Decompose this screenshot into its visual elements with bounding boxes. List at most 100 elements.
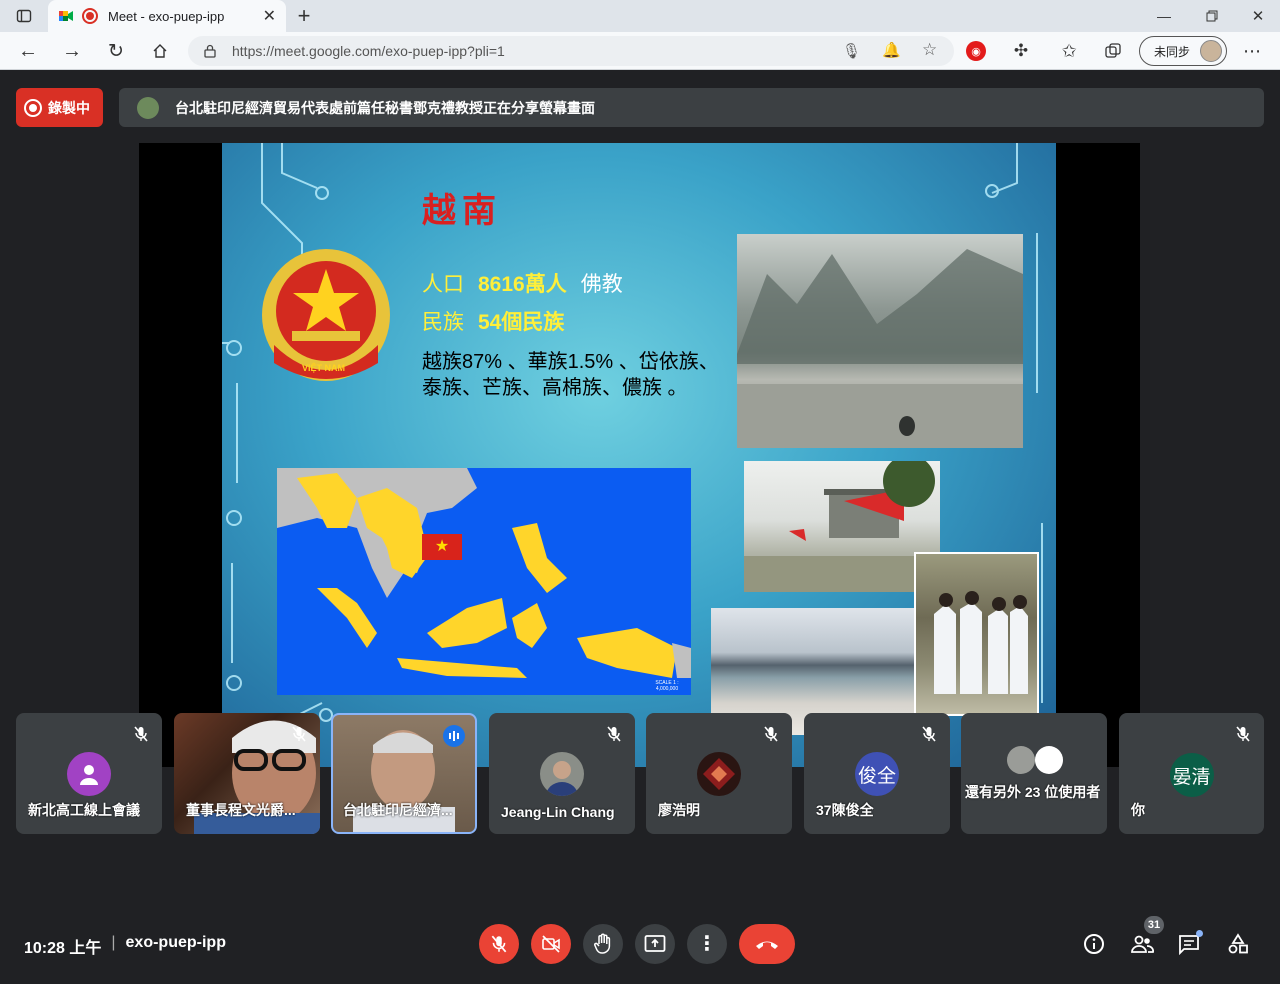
participant-tile[interactable]: Jeang-Lin Chang bbox=[489, 713, 635, 834]
activities-icon bbox=[1228, 933, 1248, 954]
meeting-details-button[interactable] bbox=[1074, 924, 1114, 964]
participant-name: 廖浩明 bbox=[658, 802, 700, 818]
participant-tile[interactable]: 新北高工線上會議 bbox=[16, 713, 162, 834]
vietnam-emblem: VIỆT NAM bbox=[258, 245, 394, 393]
extensions-icon[interactable]: ✣ bbox=[1010, 40, 1032, 62]
avatar bbox=[697, 752, 741, 796]
activities-button[interactable] bbox=[1218, 924, 1258, 964]
more-participants-tile[interactable]: 還有另外 23 位使用者 bbox=[961, 713, 1107, 834]
microphone-site-icon[interactable]: 🎙 bbox=[842, 42, 861, 60]
shared-slide: 越南 VIỆT NAM 人口 8616萬人 佛教 民族 54個民族 越族87% … bbox=[222, 143, 1056, 767]
avatar bbox=[540, 752, 584, 796]
meet-control-bar: 10:28 上午 | exo-puep-ipp ⋮ 31 bbox=[0, 904, 1280, 984]
southeast-asia-map: ★ SCALE 1 : 4,000,000 bbox=[277, 468, 691, 695]
participant-count-badge: 31 bbox=[1144, 916, 1164, 934]
more-menu-icon[interactable]: ⋯ bbox=[1240, 40, 1264, 62]
speaking-indicator-icon bbox=[443, 725, 465, 747]
present-screen-button[interactable] bbox=[635, 924, 675, 964]
participant-name: 你 bbox=[1131, 802, 1145, 818]
participant-tile[interactable]: 廖浩明 bbox=[646, 713, 792, 834]
population-value: 8616萬人 bbox=[478, 273, 567, 296]
mic-off-icon bbox=[134, 726, 148, 742]
url-text: https://meet.google.com/exo-puep-ipp?pli… bbox=[232, 43, 505, 59]
mic-off-icon bbox=[607, 726, 621, 742]
meeting-info: 10:28 上午 | exo-puep-ipp bbox=[24, 934, 226, 958]
collections-icon[interactable] bbox=[1102, 40, 1124, 62]
notification-site-icon[interactable]: 🔔 bbox=[882, 41, 901, 59]
record-icon bbox=[24, 98, 42, 117]
favorites-icon[interactable]: ✩ bbox=[1058, 40, 1080, 62]
close-window-icon[interactable]: ✕ bbox=[1246, 6, 1270, 26]
participant-name: 台北駐印尼經濟... bbox=[343, 802, 453, 818]
mic-off-icon bbox=[922, 726, 936, 742]
participant-tile[interactable]: 俊全 37陳俊全 bbox=[804, 713, 950, 834]
tab-title: Meet - exo-puep-ipp bbox=[108, 8, 225, 24]
browser-tab-active[interactable]: Meet - exo-puep-ipp ✕ bbox=[48, 0, 286, 32]
participant-tile-speaking[interactable]: 台北駐印尼經濟... bbox=[331, 713, 477, 834]
people-button[interactable]: 31 bbox=[1122, 916, 1164, 964]
participant-name: 37陳俊全 bbox=[816, 802, 874, 818]
close-tab-icon[interactable]: ✕ bbox=[263, 6, 276, 26]
lock-icon bbox=[204, 44, 216, 58]
browser-toolbar: ← → ↻ https://meet.google.com/exo-puep-i… bbox=[0, 32, 1280, 70]
add-favorite-icon[interactable]: ☆ bbox=[922, 40, 937, 60]
address-bar[interactable]: https://meet.google.com/exo-puep-ipp?pli… bbox=[188, 36, 954, 66]
profile-sync-button[interactable]: 未同步 bbox=[1139, 36, 1227, 66]
religion-label: 佛教 bbox=[580, 273, 623, 296]
mic-off-icon bbox=[764, 726, 778, 742]
more-vert-icon: ⋮ bbox=[697, 933, 717, 955]
separator: | bbox=[111, 934, 116, 951]
new-tab-icon[interactable]: + bbox=[292, 3, 316, 28]
camera-off-icon bbox=[542, 935, 560, 953]
browser-tab-strip: Meet - exo-puep-ipp ✕ + — ✕ bbox=[0, 0, 1280, 32]
chat-unread-dot bbox=[1196, 930, 1203, 937]
info-icon bbox=[1084, 934, 1104, 954]
ethnic-label: 民族 bbox=[422, 311, 464, 334]
leave-call-button[interactable] bbox=[739, 924, 795, 964]
more-options-button[interactable]: ⋮ bbox=[687, 924, 727, 964]
ethnic-detail-2: 泰族、芒族、高棉族、儂族 。 bbox=[422, 377, 688, 399]
home-icon[interactable] bbox=[148, 40, 172, 62]
raise-hand-button[interactable] bbox=[583, 924, 623, 964]
present-icon bbox=[644, 935, 666, 952]
hand-icon bbox=[594, 933, 611, 954]
clock: 10:28 上午 bbox=[24, 940, 102, 957]
forward-icon[interactable]: → bbox=[60, 40, 84, 62]
others-avatar-2 bbox=[1035, 746, 1063, 774]
presenter-avatar bbox=[137, 97, 159, 119]
minimize-icon[interactable]: — bbox=[1152, 6, 1176, 26]
landscape-photo bbox=[737, 234, 1023, 448]
restore-icon[interactable] bbox=[1200, 6, 1224, 26]
ethnic-value: 54個民族 bbox=[478, 311, 565, 334]
recording-tab-icon bbox=[82, 8, 98, 24]
meet-favicon-icon bbox=[58, 8, 74, 24]
avatar bbox=[67, 752, 111, 796]
ethnic-line: 民族 54個民族 bbox=[422, 306, 564, 336]
slide-title: 越南 bbox=[422, 191, 502, 231]
vietnam-flag: ★ bbox=[422, 534, 462, 560]
back-icon[interactable]: ← bbox=[16, 40, 40, 62]
participant-name: 還有另外 23 位使用者 bbox=[965, 784, 1101, 800]
tab-actions-icon[interactable] bbox=[14, 6, 34, 26]
population-label: 人口 bbox=[422, 273, 464, 296]
meeting-code: exo-puep-ipp bbox=[125, 934, 226, 951]
mic-toggle-button[interactable] bbox=[479, 924, 519, 964]
recording-indicator[interactable]: 錄製中 bbox=[16, 88, 103, 127]
avatar: 晏清 bbox=[1169, 753, 1214, 797]
ao-dai-photo bbox=[914, 552, 1039, 716]
presenting-text: 台北駐印尼經濟貿易代表處前篇任秘書鄧克禮教授正在分享螢幕畫面 bbox=[175, 99, 595, 116]
participant-name: 新北高工線上會議 bbox=[28, 802, 140, 818]
avatar: 俊全 bbox=[855, 752, 899, 796]
camera-toggle-button[interactable] bbox=[531, 924, 571, 964]
profile-avatar bbox=[1200, 40, 1222, 62]
participant-tile[interactable]: 董事長程文光爵... bbox=[174, 713, 320, 834]
refresh-icon[interactable]: ↻ bbox=[104, 40, 128, 62]
chat-button[interactable] bbox=[1169, 924, 1209, 964]
mic-off-icon bbox=[491, 935, 507, 953]
population-line: 人口 8616萬人 佛教 bbox=[422, 268, 623, 298]
mausoleum-photo bbox=[744, 455, 940, 592]
presenting-banner: 台北駐印尼經濟貿易代表處前篇任秘書鄧克禮教授正在分享螢幕畫面 bbox=[119, 88, 1264, 127]
recording-label: 錄製中 bbox=[48, 99, 90, 116]
participant-tile-self[interactable]: 晏清 你 bbox=[1119, 713, 1264, 834]
extension-red-icon[interactable]: ◉ bbox=[966, 41, 986, 61]
